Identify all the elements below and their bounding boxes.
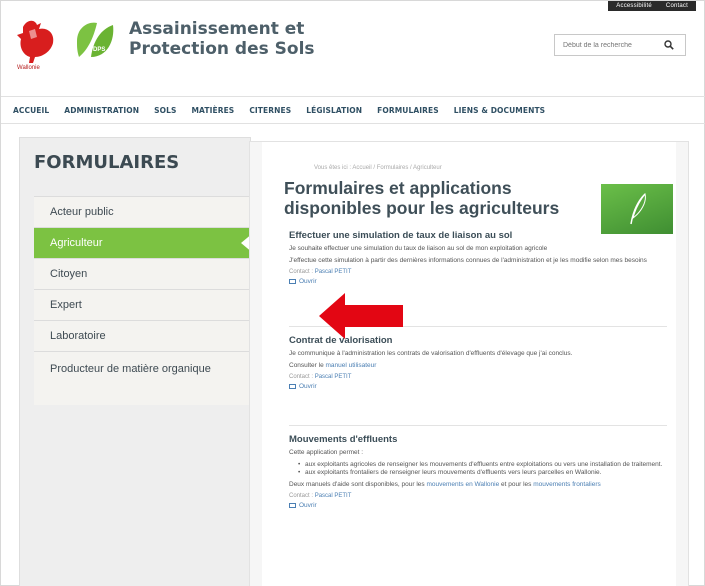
search-box <box>554 34 686 56</box>
manual-link-frontaliers[interactable]: mouvements frontaliers <box>533 481 601 488</box>
section-text: Je souhaite effectuer une simulation du … <box>289 245 548 252</box>
contact-label: Contact : <box>289 269 314 275</box>
manuals-prefix: Deux manuels d'aide sont disponibles, po… <box>289 481 425 488</box>
wallonie-logo[interactable]: Wallonie <box>15 17 59 77</box>
list-item: aux exploitants frontaliers de renseigne… <box>298 469 667 477</box>
site-header: Wallonie DPS Assainissement et Protectio… <box>1 1 705 91</box>
rooster-icon <box>17 20 54 63</box>
sidebar: FORMULAIRES Acteur public Agriculteur Ci… <box>19 137 253 586</box>
main-content: Vous êtes ici : Accueil / Formulaires / … <box>249 141 689 586</box>
section-contrat: Contrat de valorisation Je communique à … <box>289 335 667 390</box>
search-icon[interactable] <box>659 35 679 55</box>
sidebar-item-expert[interactable]: Expert <box>34 289 252 320</box>
search-input[interactable] <box>555 36 659 54</box>
sidebar-menu: Acteur public Agriculteur Citoyen Expert… <box>34 196 253 405</box>
sidebar-item-laboratoire[interactable]: Laboratoire <box>34 320 252 351</box>
open-link[interactable]: Ouvrir <box>289 383 667 390</box>
nav-administration[interactable]: ADMINISTRATION <box>64 106 139 115</box>
manual-link[interactable]: manuel utilisateur <box>326 362 377 369</box>
contact-line: Contact : Pascal PETIT <box>289 493 667 499</box>
section-heading: Mouvements d'effluents <box>289 434 398 445</box>
site-title-line2: Protection des Sols <box>129 39 315 59</box>
contact-line: Contact : Pascal PETIT <box>289 374 667 380</box>
red-arrow-icon <box>319 293 403 339</box>
manual-link-wallonie[interactable]: mouvements en Wallonie <box>426 481 499 488</box>
open-label: Ouvrir <box>299 502 317 509</box>
sidebar-item-acteur-public[interactable]: Acteur public <box>34 196 252 227</box>
site-title-line1: Assainissement et <box>129 19 305 39</box>
manual-prefix: Consulter le <box>289 362 324 369</box>
sidebar-item-agriculteur[interactable]: Agriculteur <box>34 227 253 258</box>
divider <box>289 425 667 426</box>
site-title[interactable]: Assainissement et Protection des Sols <box>129 19 315 59</box>
breadcrumb: Vous êtes ici : Accueil / Formulaires / … <box>314 165 442 171</box>
contact-label: Contact : <box>289 493 314 499</box>
section-text: Cette application permet : <box>289 449 364 456</box>
open-link[interactable]: Ouvrir <box>289 502 667 509</box>
quill-icon <box>630 192 646 225</box>
nav-liens-documents[interactable]: LIENS & DOCUMENTS <box>454 106 545 115</box>
sidebar-item-citoyen[interactable]: Citoyen <box>34 258 252 289</box>
nav-formulaires[interactable]: FORMULAIRES <box>377 106 439 115</box>
hero-image <box>601 184 673 234</box>
dps-logo[interactable]: DPS <box>71 17 117 65</box>
section-text: Je communique à l'administration les con… <box>289 350 573 357</box>
manuals-mid: et pour les <box>501 481 532 488</box>
section-mouvements: Mouvements d'effluents Cette application… <box>289 434 667 509</box>
nav-sols[interactable]: SOLS <box>154 106 176 115</box>
contact-link[interactable]: Pascal PETIT <box>315 493 352 499</box>
list-item: aux exploitants agricoles de renseigner … <box>298 461 667 469</box>
manuals-line: Deux manuels d'aide sont disponibles, po… <box>289 481 667 489</box>
open-label: Ouvrir <box>299 383 317 390</box>
open-label: Ouvrir <box>299 278 317 285</box>
content-card: Vous êtes ici : Accueil / Formulaires / … <box>262 142 676 586</box>
nav-legislation[interactable]: LÉGISLATION <box>306 106 362 115</box>
contact-line: Contact : Pascal PETIT <box>289 269 667 275</box>
contact-link[interactable]: Pascal PETIT <box>315 374 352 380</box>
section-heading: Effectuer une simulation de taux de liai… <box>289 230 513 241</box>
leaf-icon: DPS <box>77 22 114 57</box>
bullet-list: aux exploitants agricoles de renseigner … <box>289 461 667 477</box>
page-title: Formulaires et applications disponibles … <box>284 178 560 218</box>
sidebar-title: FORMULAIRES <box>34 152 180 173</box>
nav-citernes[interactable]: CITERNES <box>249 106 291 115</box>
sidebar-item-producteur[interactable]: Producteur de matière organique <box>34 351 252 405</box>
section-simulation: Effectuer une simulation de taux de liai… <box>289 230 667 285</box>
manual-line: Consulter le manuel utilisateur <box>289 362 667 370</box>
contact-link[interactable]: Pascal PETIT <box>315 269 352 275</box>
nav-accueil[interactable]: ACCUEIL <box>13 106 49 115</box>
contact-label: Contact : <box>289 374 314 380</box>
section-text: J'effectue cette simulation à partir des… <box>289 257 647 264</box>
external-window-icon <box>289 279 296 284</box>
external-window-icon <box>289 384 296 389</box>
nav-matieres[interactable]: MATIÈRES <box>191 106 234 115</box>
main-nav: ACCUEIL ADMINISTRATION SOLS MATIÈRES CIT… <box>1 96 705 124</box>
wallonie-label: Wallonie <box>17 65 40 71</box>
external-window-icon <box>289 503 296 508</box>
open-link[interactable]: Ouvrir <box>289 278 667 285</box>
dps-badge: DPS <box>93 47 105 53</box>
